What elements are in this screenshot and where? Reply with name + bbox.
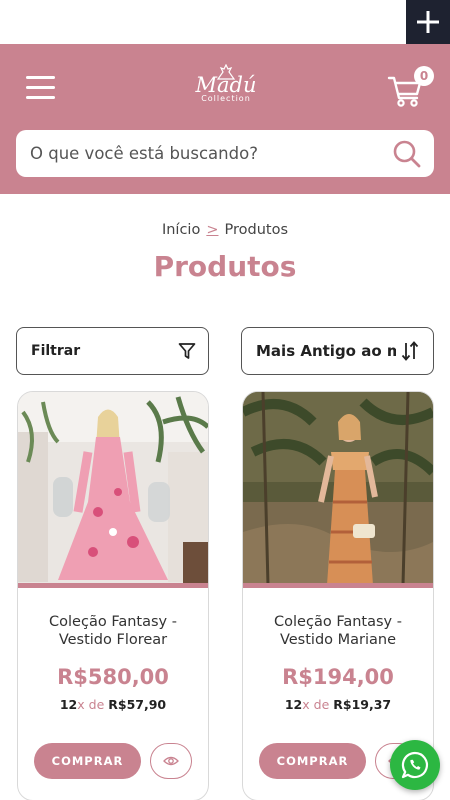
search-bar bbox=[16, 130, 434, 177]
menu-icon bbox=[26, 76, 55, 79]
filter-label: Filtrar bbox=[31, 343, 81, 359]
sort-arrows-icon bbox=[401, 341, 419, 361]
add-button[interactable] bbox=[406, 0, 450, 44]
product-image[interactable] bbox=[243, 392, 433, 585]
quick-view-button[interactable] bbox=[150, 743, 192, 779]
sort-select[interactable]: Mais Antigo ao mais Novo bbox=[241, 327, 434, 375]
product-price: R$194,00 bbox=[282, 665, 394, 689]
product-name[interactable]: Coleção Fantasy - Vestido Mariane bbox=[251, 613, 425, 649]
filter-button[interactable]: Filtrar bbox=[16, 327, 209, 375]
menu-button[interactable] bbox=[26, 76, 56, 100]
search-input[interactable] bbox=[30, 130, 380, 177]
product-name[interactable]: Coleção Fantasy - Vestido Florear bbox=[26, 613, 200, 649]
search-icon bbox=[393, 140, 421, 168]
card-accent-line bbox=[18, 583, 208, 588]
whatsapp-icon bbox=[401, 751, 428, 779]
product-installments: 12x de R$19,37 bbox=[284, 697, 392, 712]
top-bar bbox=[0, 0, 450, 44]
whatsapp-button[interactable] bbox=[390, 740, 440, 790]
buy-button[interactable]: COMPRAR bbox=[259, 743, 366, 779]
cart-count-badge: 0 bbox=[414, 66, 434, 86]
search-button[interactable] bbox=[392, 139, 422, 169]
breadcrumb-current: Produtos bbox=[224, 222, 289, 238]
eye-icon bbox=[163, 756, 179, 766]
product-card[interactable]: Coleção Fantasy - Vestido Mariane R$194,… bbox=[242, 391, 434, 800]
buy-button[interactable]: COMPRAR bbox=[34, 743, 141, 779]
sort-selected-value: Mais Antigo ao mais Novo bbox=[256, 342, 396, 360]
breadcrumb: Início > Produtos bbox=[0, 222, 450, 238]
breadcrumb-separator: > bbox=[206, 222, 219, 238]
cart-button[interactable]: 0 bbox=[386, 66, 436, 107]
funnel-icon bbox=[178, 343, 196, 359]
product-installments: 12x de R$57,90 bbox=[59, 697, 167, 712]
card-accent-line bbox=[243, 583, 433, 588]
product-photo bbox=[18, 392, 208, 585]
breadcrumb-home-link[interactable]: Início bbox=[162, 222, 200, 238]
product-card[interactable]: Coleção Fantasy - Vestido Florear R$580,… bbox=[17, 391, 209, 800]
site-header: Madú Collection 0 bbox=[0, 44, 450, 194]
plus-icon bbox=[417, 11, 439, 33]
logo-text: Madú bbox=[195, 73, 257, 97]
product-image[interactable] bbox=[18, 392, 208, 585]
brand-logo[interactable]: Madú Collection bbox=[190, 64, 262, 114]
product-photo bbox=[243, 392, 433, 585]
product-price: R$580,00 bbox=[57, 665, 169, 689]
page-title: Produtos bbox=[153, 250, 297, 283]
